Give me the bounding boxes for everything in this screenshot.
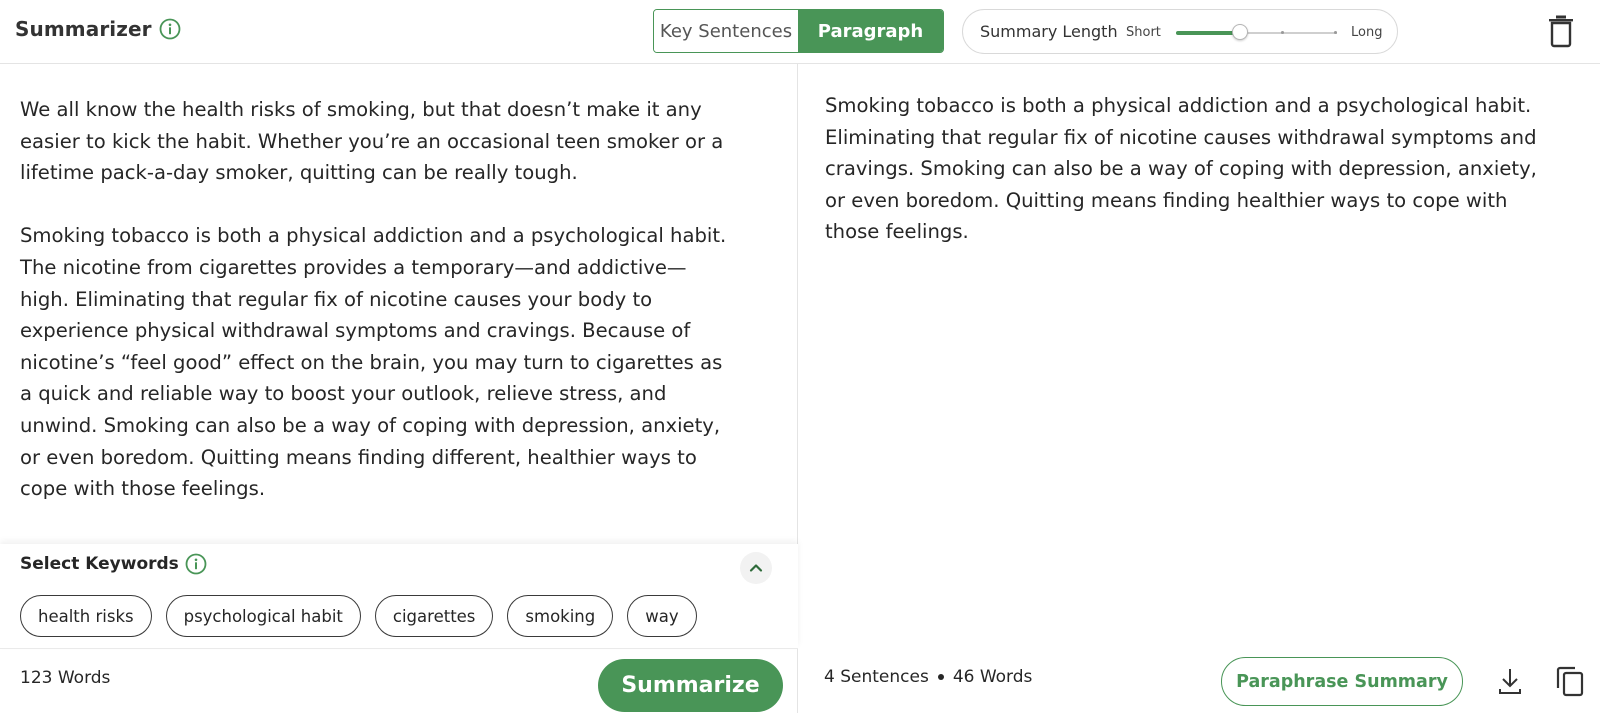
input-paragraph: We all know the health risks of smoking,… <box>20 98 724 185</box>
paraphrase-summary-button[interactable]: Paraphrase Summary <box>1221 657 1463 706</box>
summary-length-short-label: Short <box>1126 25 1161 40</box>
input-paragraph: Smoking tobacco is both a physical addic… <box>20 224 727 501</box>
summary-length-slider[interactable] <box>1176 24 1337 40</box>
top-bar: Summarizer Key Sentences Paragraph Summa… <box>0 0 1600 64</box>
mode-paragraph-button[interactable]: Paragraph <box>798 10 943 52</box>
download-icon[interactable] <box>1496 666 1524 696</box>
summary-length-label: Summary Length <box>980 22 1118 41</box>
sentence-count: 4 Sentences <box>824 667 929 687</box>
slider-thumb[interactable] <box>1232 24 1248 40</box>
keyword-chip[interactable]: smoking <box>507 595 614 637</box>
input-panel: We all know the health risks of smoking,… <box>0 64 798 713</box>
summary-length-long-label: Long <box>1351 25 1383 40</box>
input-text-area[interactable]: We all know the health risks of smoking,… <box>20 94 732 536</box>
slider-tick <box>1281 31 1284 34</box>
brand: Summarizer <box>15 17 181 41</box>
keyword-chip[interactable]: way <box>627 595 697 637</box>
copy-icon[interactable] <box>1555 665 1585 697</box>
mode-toggle: Key Sentences Paragraph <box>653 9 944 53</box>
summary-word-count: 46 Words <box>952 667 1033 687</box>
trash-icon[interactable] <box>1546 14 1576 48</box>
keyword-chips: health risks psychological habit cigaret… <box>20 595 697 637</box>
mode-key-sentences-button[interactable]: Key Sentences <box>654 10 798 52</box>
keyword-chip[interactable]: cigarettes <box>374 595 494 637</box>
slider-tick <box>1334 31 1337 34</box>
summary-length-control: Summary Length Short Long <box>962 9 1398 54</box>
output-panel: Smoking tobacco is both a physical addic… <box>799 64 1600 713</box>
input-word-count: 123 Words <box>20 668 111 688</box>
input-footer: 123 Words Summarize <box>0 648 798 713</box>
keywords-section: Select Keywords health risks psychologic… <box>0 544 798 648</box>
keywords-title: Select Keywords <box>20 554 179 574</box>
chevron-up-icon[interactable] <box>740 552 772 584</box>
bullet-separator <box>937 674 944 680</box>
keywords-header: Select Keywords <box>20 553 207 575</box>
slider-fill <box>1176 31 1240 35</box>
output-footer: 4 Sentences 46 Words Paraphrase Summary <box>799 648 1600 713</box>
keyword-chip[interactable]: health risks <box>20 595 152 637</box>
keyword-chip[interactable]: psychological habit <box>165 595 361 637</box>
summarize-button[interactable]: Summarize <box>598 659 783 712</box>
summary-output[interactable]: Smoking tobacco is both a physical addic… <box>825 90 1545 248</box>
info-icon[interactable] <box>185 553 207 575</box>
summary-stats: 4 Sentences 46 Words <box>824 667 1032 687</box>
info-icon[interactable] <box>159 18 181 40</box>
app-title: Summarizer <box>15 17 152 41</box>
